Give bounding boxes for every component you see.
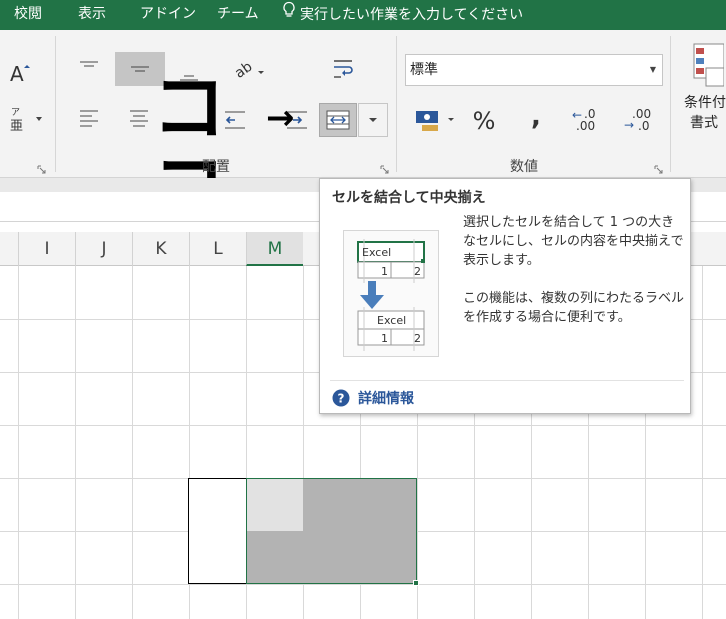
illustration-after-num-1: 1 [381, 332, 388, 345]
phonetic-icon: ア亜 [8, 103, 46, 133]
align-left-button[interactable] [72, 102, 106, 136]
phonetic-guide-button[interactable]: ア亜 [8, 102, 46, 134]
align-left-icon [78, 108, 100, 130]
more-info-label: 詳細情報 [358, 391, 414, 407]
comma-label: , [531, 102, 541, 132]
comma-style-button[interactable]: , [518, 100, 554, 134]
svg-text:ア: ア [11, 108, 20, 118]
group-separator [55, 36, 56, 172]
tab-team[interactable]: チーム [217, 0, 259, 30]
merge-center-icon [325, 109, 351, 131]
group-separator [396, 36, 397, 172]
percent-label: % [472, 107, 496, 135]
tooltip-title: セルを結合して中央揃え [332, 190, 486, 206]
align-center-icon [128, 108, 150, 130]
svg-text:?: ? [338, 392, 345, 406]
alignment-dialog-launcher[interactable] [380, 160, 390, 174]
lightbulb-icon [282, 1, 296, 29]
conditional-label-1: 条件付 [684, 95, 726, 111]
alignment-group-label: 配置 [202, 159, 230, 175]
chevron-down-icon: ▼ [649, 65, 656, 74]
grid-line [0, 584, 726, 585]
conditional-formatting-button[interactable]: 条件付 書式 [684, 40, 726, 146]
merge-center-tooltip: セルを結合して中央揃え Excel 1 2 Excel 1 2 選択したセルを結… [319, 178, 691, 414]
illustration-before-num-2: 2 [414, 265, 421, 278]
percent-style-button[interactable]: % [466, 104, 502, 138]
align-top-icon [78, 60, 100, 76]
font-size-increase-button[interactable]: A [8, 58, 34, 88]
accounting-icon [412, 105, 458, 135]
selected-range[interactable] [246, 478, 417, 584]
illustration-before-text: Excel [362, 246, 392, 259]
active-cell[interactable] [247, 479, 303, 531]
illustration-after-num-2: 2 [414, 332, 421, 345]
decrease-decimal-bottom: .0 [638, 119, 650, 133]
number-format-value: 標準 [410, 62, 438, 78]
align-center-button[interactable] [122, 102, 156, 136]
column-header-k[interactable]: K [132, 232, 189, 266]
font-a-icon: A [8, 61, 34, 85]
arrow-right-icon: → [624, 118, 635, 132]
number-dialog-launcher[interactable] [654, 160, 664, 174]
wrap-text-icon [331, 56, 357, 82]
column-header-j[interactable]: J [75, 232, 132, 266]
tab-review[interactable]: 校閲 [14, 0, 42, 30]
number-format-dropdown[interactable]: 標準 ▼ [405, 54, 663, 86]
top-align-button[interactable] [72, 52, 106, 84]
tooltip-illustration: Excel 1 2 Excel 1 2 [343, 230, 439, 357]
tell-me-label: 実行したい作業を入力してください [300, 7, 524, 23]
annotation-koko: ココ [152, 65, 226, 228]
tooltip-divider [330, 380, 684, 381]
help-icon: ? [332, 389, 350, 407]
decrease-decimal-button[interactable]: .00 → .0 [620, 102, 660, 138]
annotation-arrow: → [266, 98, 295, 138]
merge-and-center-button[interactable] [319, 103, 357, 137]
svg-text:亜: 亜 [10, 119, 23, 133]
group-separator [670, 36, 671, 172]
column-header-l[interactable]: L [189, 232, 246, 266]
svg-text:A: A [10, 62, 24, 85]
tell-me-box[interactable]: 実行したい作業を入力してください [282, 0, 523, 30]
column-header-m[interactable]: M [246, 232, 303, 266]
accounting-format-button[interactable] [410, 102, 460, 138]
tooltip-description-1: 選択したセルを結合して 1 つの大きなセルにし、セルの内容を中央揃えで表示します… [463, 215, 684, 268]
tab-view[interactable]: 表示 [78, 0, 106, 30]
fill-handle[interactable] [413, 580, 419, 586]
grid-line [0, 425, 726, 426]
illustration-after-text: Excel [377, 314, 407, 327]
align-middle-icon [129, 61, 151, 77]
conditional-label-2: 書式 [690, 115, 718, 131]
ribbon: A ア亜 ab コ → 配置 標準 ▼ % , ← .0 .00 .00 → .… [0, 30, 726, 228]
tooltip-description: 選択したセルを結合して 1 つの大きなセルにし、セルの内容を中央揃えで表示します… [463, 213, 685, 346]
ribbon-tab-bar: 校閲 表示 アドイン チーム 実行したい作業を入力してください [0, 0, 726, 30]
increase-decimal-button[interactable]: ← .0 .00 [568, 102, 608, 138]
illustration-before-num-1: 1 [381, 265, 388, 278]
merge-options-dropdown[interactable] [358, 103, 388, 137]
tooltip-description-2: この機能は、複数の列にわたるラベルを作成する場合に便利です。 [463, 291, 685, 325]
increase-decimal-bottom: .00 [576, 119, 596, 133]
column-header-i[interactable]: I [18, 232, 75, 266]
tooltip-more-info-link[interactable]: ? 詳細情報 [332, 388, 414, 408]
wrap-text-button[interactable] [326, 52, 362, 86]
chevron-down-icon [368, 117, 378, 123]
number-group-label: 数値 [510, 159, 538, 175]
font-dialog-launcher[interactable] [37, 160, 47, 174]
tab-add-ins[interactable]: アドイン [140, 0, 196, 30]
bordered-cell-range[interactable] [188, 478, 247, 584]
conditional-formatting-icon [688, 42, 724, 88]
